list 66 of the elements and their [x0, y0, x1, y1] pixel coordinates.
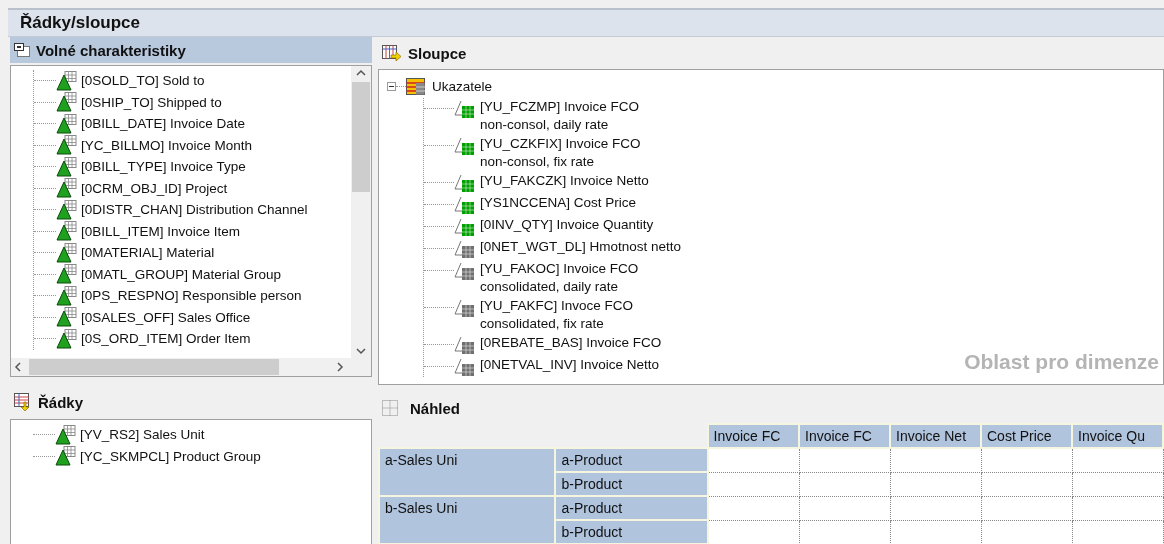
- vertical-scrollbar[interactable]: [351, 66, 371, 358]
- characteristic-icon: [56, 221, 78, 242]
- tree-item[interactable]: [YU_FCZMP] Invoice FCO non-consol, daily rate: [476, 97, 640, 134]
- tree-item[interactable]: [YC_BILLMO] Invoice Month: [78, 137, 253, 153]
- row-header: a-Product: [555, 496, 708, 520]
- tree-item[interactable]: [YU_FAKOC] Invoice FCO consolidated, daily rate: [476, 259, 639, 296]
- row-header: a-Sales Uni: [379, 448, 556, 496]
- collapse-icon[interactable]: [387, 82, 396, 92]
- tree-item[interactable]: [0BILL_DATE] Invoice Date: [78, 116, 246, 132]
- rows-icon: [14, 393, 32, 411]
- characteristic-icon: [56, 92, 78, 113]
- row-header: b-Product: [555, 520, 708, 544]
- pane-title: Náhled: [409, 399, 460, 417]
- tree-item[interactable]: [YU_FAKFC] Invoce FCO consolidated, fix rate: [476, 296, 634, 333]
- column-header: Invoice Net: [890, 424, 981, 448]
- tree-item[interactable]: [YV_RS2] Sales Unit: [77, 427, 205, 443]
- characteristic-icon: [56, 264, 78, 285]
- characteristic-icon: [56, 307, 78, 328]
- tree-item[interactable]: [YU_CZKFIX] Invoice FCO non-consol, fix rate: [476, 134, 641, 171]
- tree-item[interactable]: [0BILL_ITEM] Invoice Item: [78, 223, 241, 239]
- tree-item[interactable]: [0SALES_OFF] Sales Office: [78, 309, 251, 325]
- tree-item[interactable]: [0SHIP_TO] Shipped to: [78, 94, 222, 110]
- tree-item[interactable]: [0DISTR_CHAN] Distribution Channel: [78, 202, 308, 218]
- characteristic-icon: [55, 446, 77, 467]
- characteristic-icon: [56, 285, 78, 306]
- columns-icon: [382, 44, 402, 63]
- characteristic-icon: [56, 328, 78, 349]
- characteristic-icon: [56, 156, 78, 177]
- characteristic-icon: [56, 178, 78, 199]
- tree-item[interactable]: [0SOLD_TO] Sold to: [78, 73, 205, 89]
- tree-item[interactable]: [0BILL_TYPE] Invoice Type: [78, 159, 246, 175]
- characteristic-icon: [56, 199, 78, 220]
- tree-item[interactable]: [0MATERIAL] Material: [78, 245, 215, 261]
- tree-item[interactable]: [0CRM_OBJ_ID] Project: [78, 180, 228, 196]
- tree-item[interactable]: [0NET_WGT_DL] Hmotnost netto: [476, 237, 682, 256]
- characteristic-icon: [56, 242, 78, 263]
- pane-title: Sloupce: [408, 45, 467, 63]
- drop-area-hint: Oblast pro dimenze: [964, 350, 1159, 375]
- tree-item[interactable]: [YC_SKMPCL] Product Group: [77, 448, 261, 464]
- characteristic-icon: [55, 424, 77, 445]
- characteristic-icon: [56, 70, 78, 91]
- key-figures-icon: [406, 77, 426, 96]
- panel-icon: [14, 43, 30, 57]
- tree-item[interactable]: [0REBATE_BAS] Invoice FCO: [476, 333, 662, 352]
- tree-item[interactable]: [0PS_RESPNO] Responsible person: [78, 288, 302, 304]
- horizontal-scrollbar[interactable]: [11, 358, 371, 376]
- row-header: b-Sales Uni: [379, 496, 556, 544]
- column-header: Cost Price: [981, 424, 1072, 448]
- window-title: Řádky/sloupce: [20, 13, 140, 33]
- column-header: Invoice FC: [707, 424, 799, 448]
- tree-item[interactable]: [0MATL_GROUP] Material Group: [78, 266, 282, 282]
- tree-item[interactable]: [YU_FAKCZK] Invoice Netto: [476, 171, 649, 190]
- column-header: Invoice Qu: [1072, 424, 1163, 448]
- pane-title: Volné charakteristiky: [36, 41, 186, 59]
- pane-title: Řádky: [38, 393, 84, 411]
- characteristic-icon: [56, 135, 78, 156]
- tree-item[interactable]: [0NETVAL_INV] Invoice Netto: [476, 355, 660, 374]
- preview-icon: [382, 400, 398, 417]
- row-header: a-Product: [555, 448, 708, 472]
- tree-item[interactable]: Ukazatele: [426, 79, 493, 95]
- tree-item[interactable]: [0S_ORD_ITEM] Order Item: [78, 331, 251, 347]
- characteristic-icon: [56, 113, 78, 134]
- tree-item[interactable]: [YS1NCCENA] Cost Price: [476, 193, 637, 212]
- tree-item[interactable]: [0INV_QTY] Invoice Quantity: [476, 215, 654, 234]
- column-header: Invoice FC: [799, 424, 890, 448]
- row-header: b-Product: [555, 472, 708, 496]
